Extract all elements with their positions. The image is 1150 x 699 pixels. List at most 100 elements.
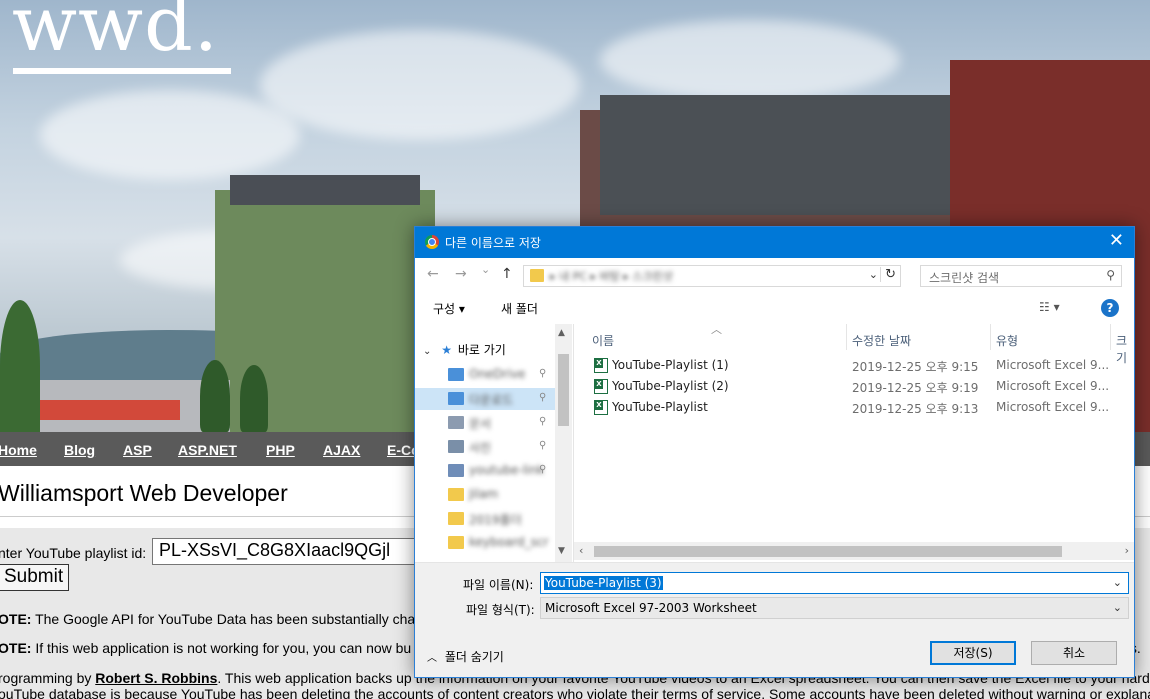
- nav-link-blog[interactable]: Blog: [64, 442, 95, 458]
- nav-item-folder[interactable]: 2019폴더: [415, 508, 555, 530]
- excel-file-icon: [594, 400, 608, 415]
- file-name: YouTube-Playlist (2): [612, 379, 729, 393]
- nav-link-aspnet[interactable]: ASP.NET: [178, 442, 237, 458]
- scroll-left-icon[interactable]: ‹: [579, 544, 583, 557]
- tree: [200, 360, 230, 432]
- note-api: OTE: The Google API for YouTube Data has…: [0, 611, 415, 627]
- chrome-icon: [425, 235, 439, 249]
- hide-folders-toggle[interactable]: ︿ 폴더 숨기기: [427, 648, 504, 665]
- nav-item-link[interactable]: youtube-link ⚲: [415, 460, 555, 482]
- column-divider[interactable]: [1110, 324, 1111, 350]
- recent-locations-chevron-icon[interactable]: ⌄: [481, 263, 490, 276]
- site-logo[interactable]: wwd.: [12, 0, 219, 62]
- view-options-icon[interactable]: ☷ ▾: [1039, 300, 1060, 314]
- column-divider[interactable]: [846, 324, 847, 350]
- save-as-dialog: 다른 이름으로 저장 ✕ ← → ⌄ ↑ ▸ 내 PC ▸ 바탕 ▸ 스크린샷 …: [414, 226, 1135, 678]
- file-row[interactable]: YouTube-Playlist (2) 2019-12-25 오후 9:19 …: [590, 376, 1130, 397]
- column-divider[interactable]: [990, 324, 991, 350]
- expand-chevron-icon[interactable]: ⌄: [423, 346, 431, 357]
- save-button[interactable]: 저장(S): [930, 641, 1016, 665]
- nav-item-documents[interactable]: 문서 ⚲: [415, 412, 555, 434]
- nav-link-ajax[interactable]: AJAX: [323, 442, 360, 458]
- cancel-button[interactable]: 취소: [1031, 641, 1117, 665]
- file-name-label: 파일 이름(N):: [463, 578, 534, 592]
- back-arrow-icon[interactable]: ←: [427, 266, 439, 282]
- file-type-value: Microsoft Excel 97-2003 Worksheet: [545, 601, 757, 615]
- new-folder-button[interactable]: 새 폴더: [501, 300, 538, 317]
- help-icon[interactable]: ?: [1101, 299, 1119, 317]
- file-row[interactable]: YouTube-Playlist 2019-12-25 오후 9:13 Micr…: [590, 397, 1130, 418]
- nav-scrollbar[interactable]: ▲ ▼: [555, 324, 572, 562]
- nav-item-pictures[interactable]: 사진 ⚲: [415, 436, 555, 458]
- nav-item-onedrive[interactable]: OneDrive ⚲: [415, 364, 555, 386]
- folder-icon: [448, 512, 464, 525]
- credit-prefix: rogramming by: [0, 670, 96, 686]
- file-type-select[interactable]: Microsoft Excel 97-2003 Worksheet ⌄: [540, 597, 1129, 619]
- nav-item-label: 다운로드: [469, 393, 514, 407]
- description-line: ouTube database is because YouTube has b…: [0, 686, 1150, 699]
- address-bar[interactable]: ▸ 내 PC ▸ 바탕 ▸ 스크린샷 ⌄ ↻: [523, 265, 901, 287]
- address-row: ← → ⌄ ↑ ▸ 내 PC ▸ 바탕 ▸ 스크린샷 ⌄ ↻ 스크린샷 검색 ⚲: [415, 258, 1134, 292]
- nav-link-asp[interactable]: ASP: [123, 442, 152, 458]
- folder-icon: [530, 269, 544, 282]
- horizontal-scrollbar[interactable]: ‹ ›: [574, 542, 1134, 560]
- note-text: The Google API for YouTube Data has been…: [31, 611, 416, 627]
- file-date: 2019-12-25 오후 9:15: [852, 360, 979, 374]
- picture-icon: [448, 440, 464, 453]
- column-header-date[interactable]: 수정한 날짜: [852, 332, 911, 349]
- save-options-panel: 파일 이름(N): YouTube-Playlist (3) ⌄ 파일 형식(T…: [415, 562, 1134, 677]
- nav-link-home[interactable]: Home: [0, 442, 37, 458]
- note-label: OTE:: [0, 640, 32, 656]
- search-icon[interactable]: ⚲: [1106, 268, 1115, 282]
- forward-arrow-icon[interactable]: →: [455, 266, 467, 282]
- nav-link-php[interactable]: PHP: [266, 442, 295, 458]
- document-icon: [448, 416, 464, 429]
- scroll-thumb[interactable]: [594, 546, 1062, 557]
- file-type-label: 파일 형식(T):: [466, 603, 535, 617]
- scroll-thumb[interactable]: [558, 354, 569, 426]
- nav-item-label: 문서: [469, 417, 492, 431]
- nav-item-label: Jilam: [469, 487, 499, 501]
- scroll-up-icon[interactable]: ▲: [558, 328, 565, 338]
- chevron-down-icon[interactable]: ⌄: [1113, 601, 1122, 614]
- pin-icon: ⚲: [539, 368, 547, 379]
- nav-item-downloads[interactable]: 다운로드 ⚲: [415, 388, 555, 410]
- hide-folders-label: 폴더 숨기기: [444, 650, 504, 664]
- author-link[interactable]: Robert S. Robbins: [95, 670, 217, 686]
- green-house-roof: [230, 175, 420, 205]
- refresh-icon[interactable]: ↻: [880, 267, 896, 282]
- organize-menu[interactable]: 구성 ▾: [433, 300, 465, 317]
- playlist-id-label: nter YouTube playlist id:: [0, 545, 147, 561]
- file-date: 2019-12-25 오후 9:13: [852, 402, 979, 416]
- search-placeholder: 스크린샷 검색: [929, 271, 1000, 285]
- dialog-title: 다른 이름으로 저장: [445, 236, 541, 250]
- quick-access-item[interactable]: ⌄ ★ 바로 가기: [423, 341, 506, 358]
- folder-icon: [448, 536, 464, 549]
- close-icon[interactable]: ✕: [1109, 231, 1124, 251]
- dialog-titlebar[interactable]: 다른 이름으로 저장 ✕: [415, 227, 1134, 258]
- file-row[interactable]: YouTube-Playlist (1) 2019-12-25 오후 9:15 …: [590, 355, 1130, 376]
- chevron-down-icon[interactable]: ⌄: [869, 268, 878, 281]
- playlist-id-input[interactable]: PL-XSsVI_C8G8XIaacl9QGjl: [152, 538, 422, 565]
- sort-ascending-icon: ︿: [711, 323, 722, 336]
- folder-icon: [448, 488, 464, 501]
- nav-item-folder[interactable]: Jilam: [415, 484, 555, 506]
- breadcrumb[interactable]: ▸ 내 PC ▸ 바탕 ▸ 스크린샷: [550, 268, 673, 284]
- up-arrow-icon[interactable]: ↑: [501, 266, 513, 282]
- nav-item-label: OneDrive: [469, 367, 526, 381]
- file-name-input[interactable]: YouTube-Playlist (3) ⌄: [540, 572, 1129, 594]
- note-label: OTE:: [0, 611, 32, 627]
- chevron-down-icon[interactable]: ⌄: [1113, 576, 1122, 589]
- file-type: Microsoft Excel 9...: [996, 358, 1110, 372]
- scroll-down-icon[interactable]: ▼: [558, 546, 565, 556]
- search-input[interactable]: 스크린샷 검색 ⚲: [920, 265, 1122, 287]
- quick-access-label: 바로 가기: [457, 343, 506, 357]
- tree: [240, 365, 268, 432]
- file-list: ︿ 이름 수정한 날짜 유형 크기 YouTube-Playlist (1) 2…: [574, 323, 1134, 562]
- nav-item-folder[interactable]: keyboard_scr: [415, 532, 555, 554]
- scroll-right-icon[interactable]: ›: [1125, 544, 1129, 557]
- column-header-type[interactable]: 유형: [996, 332, 1018, 349]
- submit-button[interactable]: Submit: [0, 564, 70, 591]
- file-name: YouTube-Playlist: [612, 400, 708, 414]
- column-header-name[interactable]: 이름: [592, 332, 614, 349]
